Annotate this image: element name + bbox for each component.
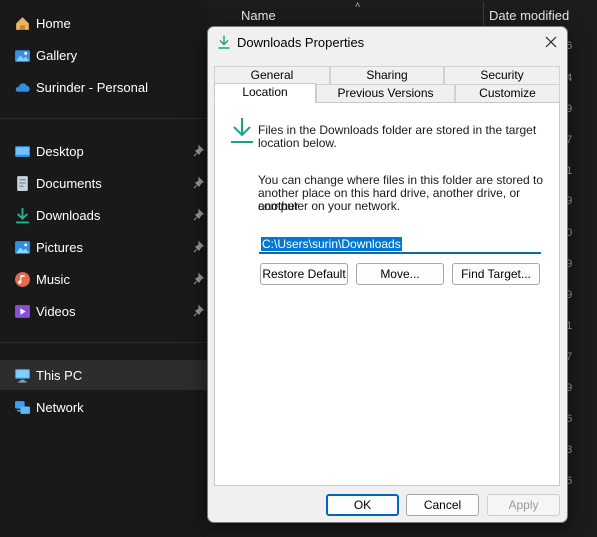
cancel-button[interactable]: Cancel	[406, 494, 479, 516]
tab-sharing[interactable]: Sharing	[330, 66, 444, 84]
target-path-value[interactable]: C:\Users\surin\Downloads	[261, 237, 402, 251]
column-header-date-modified[interactable]: Date modified	[489, 8, 569, 23]
sidebar-item-documents[interactable]: Documents	[0, 168, 207, 198]
sidebar-item-label: Music	[36, 272, 70, 287]
this-pc-icon	[15, 369, 30, 383]
sidebar-item-label: Downloads	[36, 208, 101, 223]
sidebar-item-label: Pictures	[36, 240, 83, 255]
sidebar-item-music[interactable]: Music	[0, 264, 207, 294]
downloads-icon	[218, 35, 230, 49]
desktop-folder-icon	[15, 146, 30, 157]
sidebar-item-this-pc[interactable]: This PC	[0, 360, 207, 390]
apply-button[interactable]: Apply	[487, 494, 560, 516]
tab-location[interactable]: Location	[214, 83, 316, 103]
gallery-icon	[15, 50, 30, 62]
info-text-line-2: location below.	[258, 136, 337, 150]
sidebar-divider	[0, 342, 207, 343]
sidebar-item-label: Network	[36, 400, 84, 415]
downloads-large-icon	[231, 118, 253, 143]
dialog-title: Downloads Properties	[237, 35, 365, 50]
sidebar-item-gallery[interactable]: Gallery	[0, 40, 207, 70]
column-divider[interactable]	[483, 2, 484, 28]
sidebar-item-label: Desktop	[36, 144, 84, 159]
sidebar-item-desktop[interactable]: Desktop	[0, 136, 207, 166]
pin-icon[interactable]	[193, 273, 205, 285]
tab-general[interactable]: General	[214, 66, 330, 84]
description-line-3: computer on your network.	[258, 199, 401, 213]
target-path-input[interactable]: C:\Users\surin\Downloads	[259, 234, 541, 254]
downloads-folder-icon	[16, 208, 29, 224]
sidebar-item-pictures[interactable]: Pictures	[0, 232, 207, 262]
documents-folder-icon	[17, 176, 28, 191]
close-icon[interactable]	[540, 31, 562, 53]
sidebar-item-label: Videos	[36, 304, 76, 319]
sidebar-item-label: Home	[36, 16, 71, 31]
sidebar-item-label: Gallery	[36, 48, 78, 63]
tab-previous-versions[interactable]: Previous Versions	[316, 84, 455, 102]
home-icon	[16, 17, 29, 30]
sidebar-divider	[0, 118, 207, 119]
network-icon	[15, 401, 30, 414]
sidebar-item-label: Documents	[36, 176, 102, 191]
dialog-title-bar[interactable]: Downloads Properties	[208, 27, 567, 57]
ok-button[interactable]: OK	[326, 494, 399, 516]
sidebar-item-network[interactable]: Network	[0, 392, 207, 422]
pin-icon[interactable]	[193, 209, 205, 221]
sidebar-item-downloads[interactable]: Downloads	[0, 200, 207, 230]
tab-customize[interactable]: Customize	[455, 84, 560, 102]
pin-icon[interactable]	[193, 305, 205, 317]
pin-icon[interactable]	[193, 145, 205, 157]
tab-security[interactable]: Security	[444, 66, 560, 84]
downloads-properties-dialog: Downloads Properties General Sharing Sec…	[207, 26, 568, 523]
sidebar-item-label: This PC	[36, 368, 83, 383]
videos-folder-icon	[15, 305, 30, 318]
pin-icon[interactable]	[193, 241, 205, 253]
location-tab-panel: Files in the Downloads folder are stored…	[214, 102, 560, 486]
music-folder-icon	[15, 272, 30, 287]
move-button[interactable]: Move...	[356, 263, 444, 285]
pin-icon[interactable]	[193, 177, 205, 189]
find-target-button[interactable]: Find Target...	[452, 263, 540, 285]
sidebar-item-home[interactable]: Home	[0, 8, 207, 38]
restore-default-button[interactable]: Restore Default	[260, 263, 348, 285]
sidebar-item-videos[interactable]: Videos	[0, 296, 207, 326]
pictures-folder-icon	[15, 241, 30, 254]
sidebar-item-label: Surinder - Personal	[36, 80, 148, 95]
column-header-name[interactable]: Name	[241, 8, 276, 23]
onedrive-icon	[15, 83, 30, 92]
navigation-pane: Home Gallery Surinder - Personal Desktop…	[0, 0, 207, 537]
sidebar-item-onedrive[interactable]: Surinder - Personal	[0, 72, 207, 102]
sort-ascending-icon: ˄	[355, 0, 361, 10]
